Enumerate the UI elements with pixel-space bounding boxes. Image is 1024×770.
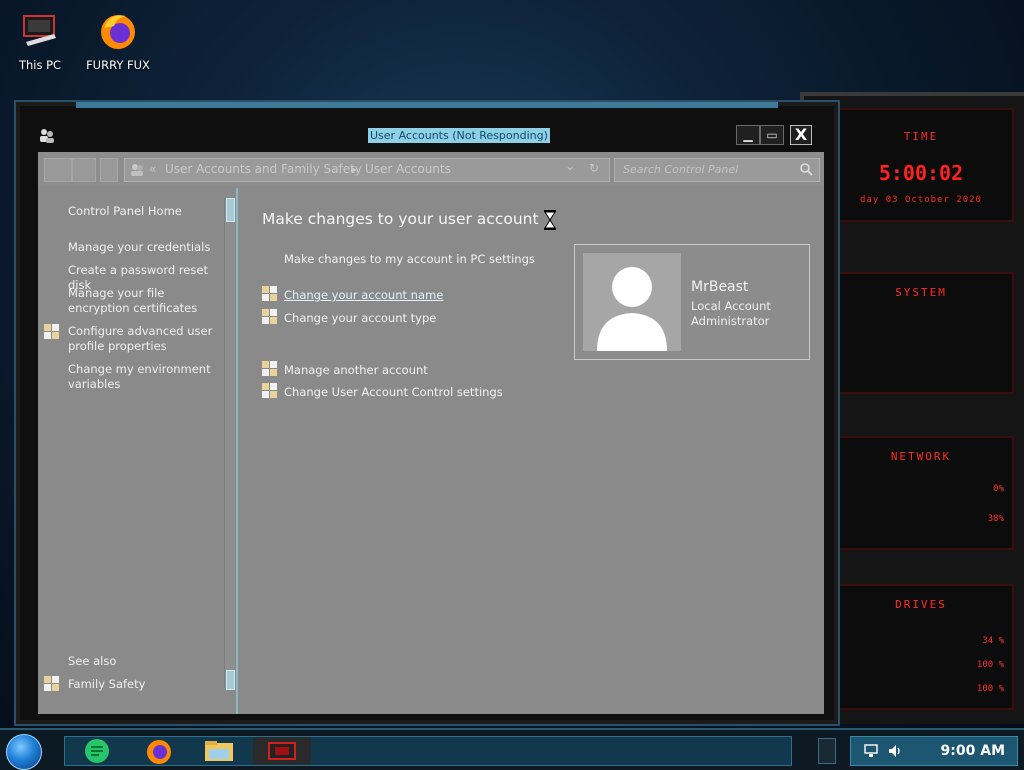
account-card: MrBeast Local Account Administrator: [574, 244, 810, 360]
system-section: SYSTEM: [828, 272, 1014, 394]
refresh-icon[interactable]: ↻: [589, 161, 599, 175]
uac-settings-link[interactable]: Change User Account Control settings: [284, 385, 503, 399]
firefox-icon: [96, 8, 140, 52]
network-label: NETWORK: [890, 450, 952, 463]
taskbar-notes-app[interactable]: [77, 737, 117, 765]
account-type: Local Account: [691, 299, 771, 313]
sidebar: Control Panel Home Manage your credentia…: [38, 188, 238, 714]
minimize-icon: ▁: [743, 128, 753, 142]
desktop-icon-label: FURRY FUX: [86, 58, 150, 72]
file-explorer-icon: [205, 741, 233, 761]
time-label: TIME: [903, 130, 939, 143]
search-placeholder: Search Control Panel: [623, 163, 739, 176]
desktop-icon-this-pc[interactable]: This PC: [4, 8, 76, 72]
sidebar-configure-advanced-profile[interactable]: Configure advanced user profile properti…: [68, 324, 228, 354]
drives-label: DRIVES: [895, 598, 947, 611]
account-role: Administrator: [691, 314, 770, 328]
address-bar: « User Accounts and Family Safety ▸ User…: [38, 152, 824, 186]
sidebar-change-environment-variables[interactable]: Change my environment variables: [68, 362, 228, 392]
breadcrumb-user-accounts-family-safety[interactable]: User Accounts and Family Safety: [165, 162, 362, 176]
close-icon: X: [794, 125, 808, 144]
sidebar-manage-file-encryption[interactable]: Manage your file encryption certificates: [68, 286, 228, 316]
search-box[interactable]: Search Control Panel: [614, 158, 820, 182]
system-tray: 9:00 AM: [850, 736, 1018, 766]
main-content: Make changes to your user account Make c…: [240, 188, 824, 714]
time-value: 5:00:02: [878, 161, 964, 185]
close-button[interactable]: X: [790, 125, 812, 145]
start-button[interactable]: [6, 734, 42, 770]
taskbar-apps: [64, 736, 792, 766]
scrollbar-thumb-bottom[interactable]: [226, 670, 235, 690]
see-also-heading: See also: [68, 654, 117, 668]
user-accounts-window[interactable]: User Accounts (Not Responding) ▁ ▭ X « U…: [14, 100, 840, 726]
address-dropdown-icon[interactable]: ⌄: [565, 159, 575, 173]
drives-section: DRIVES 34 % 100 % 100 %: [828, 584, 1014, 710]
address-field[interactable]: « User Accounts and Family Safety ▸ User…: [124, 158, 610, 182]
breadcrumb-user-accounts[interactable]: User Accounts: [365, 162, 451, 176]
back-button[interactable]: [44, 158, 72, 182]
user-accounts-icon: [38, 126, 56, 148]
shield-icon: [44, 676, 60, 692]
drive-value: 100 %: [976, 684, 1004, 694]
desktop-icon-label: This PC: [18, 58, 62, 72]
maximize-button[interactable]: ▭: [760, 125, 784, 145]
shield-icon: [44, 324, 60, 340]
window-frame-accent: [76, 102, 778, 108]
firefox-icon: [147, 740, 171, 764]
sidebar-family-safety[interactable]: Family Safety: [68, 677, 228, 692]
change-account-type-link[interactable]: Change your account type: [284, 311, 436, 325]
recent-pages-button[interactable]: [100, 158, 118, 182]
time-section: TIME 5:00:02 day 03 October 2020: [828, 108, 1014, 222]
gaming-app-icon: [268, 742, 296, 760]
this-pc-icon: [18, 8, 62, 52]
avatar: [583, 253, 681, 351]
maximize-icon: ▭: [766, 128, 778, 142]
network-value: 38%: [987, 514, 1004, 524]
network-icon[interactable]: [863, 743, 879, 763]
search-icon[interactable]: [799, 162, 813, 179]
window-title: User Accounts (Not Responding): [368, 128, 550, 143]
sidebar-scrollbar[interactable]: [224, 198, 235, 690]
change-account-name-link[interactable]: Change your account name: [284, 288, 443, 302]
page-title: Make changes to your user account: [262, 210, 539, 228]
account-name: MrBeast: [691, 279, 749, 295]
date-value: day 03 October 2020: [860, 195, 982, 205]
shield-icon: [262, 309, 278, 325]
taskbar-gaming-app[interactable]: [253, 737, 311, 765]
hourglass-cursor-icon: [544, 210, 556, 230]
breadcrumb-separator[interactable]: ▸: [351, 162, 357, 176]
title-bar[interactable]: User Accounts (Not Responding) ▁ ▭ X: [34, 122, 824, 150]
sidebar-manage-credentials[interactable]: Manage your credentials: [68, 240, 228, 255]
taskbar-file-explorer[interactable]: [199, 737, 239, 765]
scrollbar-thumb[interactable]: [226, 198, 235, 222]
volume-icon[interactable]: [887, 743, 903, 763]
notes-app-icon: [85, 739, 109, 763]
drive-value: 34 %: [982, 636, 1004, 646]
drive-value: 100 %: [976, 660, 1004, 670]
system-label: SYSTEM: [895, 286, 947, 299]
minimize-button[interactable]: ▁: [736, 125, 760, 145]
forward-button[interactable]: [72, 158, 96, 182]
shield-icon: [262, 286, 278, 302]
desktop-icon-furry-fux[interactable]: FURRY FUX: [82, 8, 154, 72]
taskbar-clock[interactable]: 9:00 AM: [941, 743, 1005, 759]
sidebar-control-panel-home[interactable]: Control Panel Home: [68, 204, 228, 219]
shield-icon: [262, 383, 278, 399]
shield-icon: [262, 361, 278, 377]
taskbar-firefox[interactable]: [139, 737, 179, 765]
network-value: 0%: [993, 484, 1004, 494]
manage-another-account-link[interactable]: Manage another account: [284, 363, 428, 377]
pc-settings-link[interactable]: Make changes to my account in PC setting…: [284, 252, 535, 266]
control-panel-client: « User Accounts and Family Safety ▸ User…: [38, 152, 824, 714]
control-panel-icon: [129, 161, 145, 180]
taskbar: 9:00 AM: [0, 728, 1024, 770]
show-desktop-button[interactable]: [818, 738, 836, 764]
breadcrumb-chevron: «: [149, 162, 157, 176]
network-section: NETWORK 0% 38%: [828, 436, 1014, 550]
